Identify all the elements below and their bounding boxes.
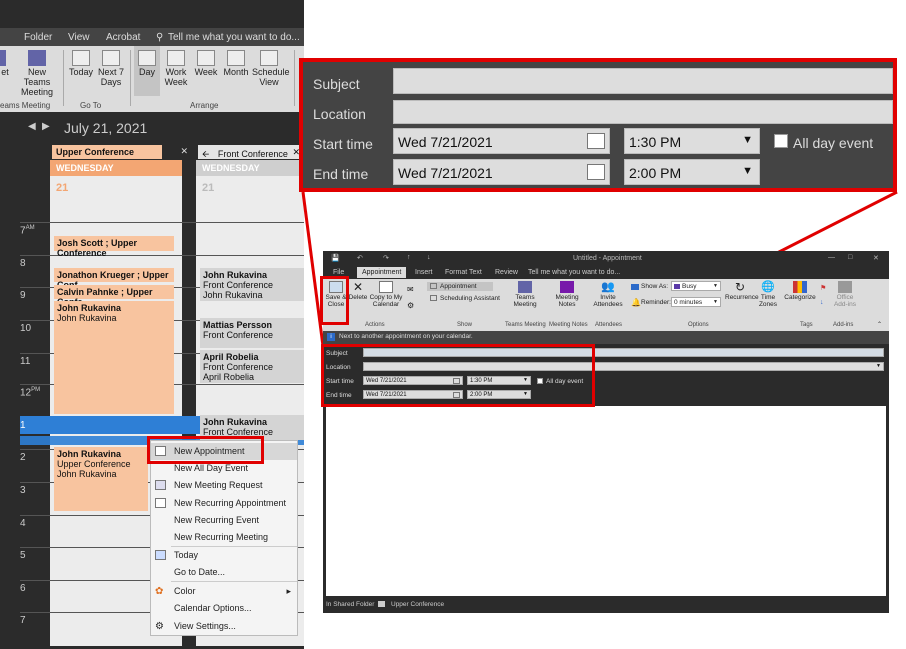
onenote-icon (560, 281, 574, 293)
chevron-down-icon[interactable]: ▼ (742, 134, 753, 146)
redo-icon[interactable]: ↷ (383, 254, 389, 262)
calendar-icon (379, 281, 393, 293)
delete-button[interactable]: ✕ Delete (348, 279, 368, 301)
globe-icon: 🌐 (761, 281, 775, 293)
tab-appointment[interactable]: Appointment (357, 267, 407, 278)
group-addins: Add-ins (833, 322, 854, 328)
categorize-icon (793, 281, 807, 293)
location-label: Location (313, 106, 366, 122)
scheduling-assistant-button[interactable]: Scheduling Assistant (427, 294, 507, 303)
collapse-ribbon-icon[interactable]: ⌃ (877, 321, 882, 328)
office-addins-button[interactable]: Office Add-ins (831, 279, 859, 308)
appointment-ribbon: Save & Close ✕ Delete Copy to My Calendar… (323, 279, 889, 331)
maximize-icon[interactable]: □ (848, 254, 852, 261)
all-day-label: All day event (793, 135, 874, 151)
status-folder: Upper Conference (391, 601, 445, 608)
delete-icon: ✕ (352, 280, 364, 294)
invite-attendees-button[interactable]: 👥 Invite Attendees (591, 279, 625, 308)
meeting-notes-button[interactable]: Meeting Notes (551, 279, 583, 308)
end-time-field[interactable]: 2:00 PM ▼ (624, 159, 760, 185)
group-meeting-notes: Meeting Notes (549, 322, 588, 328)
close-icon[interactable]: ✕ (873, 254, 879, 262)
more-icon[interactable]: ⚙ (407, 301, 414, 310)
bell-icon: 🔔 (631, 298, 641, 307)
reminder-select[interactable]: 0 minutes ▼ (671, 297, 721, 307)
save-icon[interactable]: 💾 (331, 254, 340, 262)
down-icon[interactable]: ↓ (427, 254, 431, 261)
tab-format-text[interactable]: Format Text (445, 269, 482, 276)
status-bar: In Shared Folder Upper Conference (323, 598, 889, 613)
end-time-label: End time (313, 166, 369, 182)
chevron-down-icon: ▼ (713, 299, 718, 305)
highlight-save-close (320, 276, 349, 325)
group-attendees: Attendees (595, 322, 623, 328)
tab-file[interactable]: File (333, 269, 344, 276)
categorize-button[interactable]: Categorize (784, 279, 816, 301)
teams-meeting-button[interactable]: Teams Meeting (509, 279, 541, 308)
tab-bar: File Appointment Insert Format Text Revi… (323, 267, 889, 279)
all-day-checkbox[interactable] (774, 134, 788, 148)
forward-icon[interactable]: ✉ (407, 285, 414, 294)
flag-icon[interactable]: ⚑ (820, 284, 826, 292)
end-date-field[interactable]: Wed 7/21/2021 (393, 159, 610, 185)
busy-color-icon (674, 284, 680, 289)
time-zones-button[interactable]: 🌐 Time Zones (755, 279, 781, 308)
addins-icon (838, 281, 852, 293)
start-time-label: Start time (313, 136, 373, 152)
people-icon: 👥 (601, 281, 615, 293)
recurrence-button[interactable]: ↻ Recurrence (725, 279, 759, 301)
calendar-icon (430, 283, 437, 289)
notes-body[interactable] (326, 406, 886, 596)
tab-insert[interactable]: Insert (415, 269, 433, 276)
tab-review[interactable]: Review (495, 269, 518, 276)
chevron-down-icon[interactable]: ▼ (742, 165, 753, 177)
group-options: Options (688, 322, 709, 328)
group-actions: Actions (365, 322, 385, 328)
info-text: Next to another appointment on your cale… (339, 333, 473, 340)
status-text: In Shared Folder (326, 601, 375, 608)
group-tags: Tags (800, 322, 813, 328)
reminder-label: Reminder: (641, 299, 671, 306)
teams-icon (518, 281, 532, 293)
calendar-icon[interactable] (587, 164, 605, 180)
recurrence-icon: ↻ (734, 280, 746, 294)
group-teams-meeting: Teams Meeting (505, 322, 546, 328)
copy-to-calendar-button[interactable]: Copy to My Calendar (369, 279, 403, 308)
subject-label: Subject (313, 76, 360, 92)
show-as-select[interactable]: Busy ▼ (671, 281, 721, 291)
calendar-icon[interactable] (587, 133, 605, 149)
undo-icon[interactable]: ↶ (357, 254, 363, 262)
info-bar: i Next to another appointment on your ca… (323, 331, 889, 344)
info-icon: i (327, 333, 335, 341)
scheduling-icon (430, 295, 437, 301)
appointment-view-button[interactable]: Appointment (427, 282, 493, 291)
title-bar: 💾 ↶ ↷ ↑ ↓ Untitled - Appointment — □ ✕ (323, 251, 889, 267)
tell-me-search[interactable]: Tell me what you want to do... (528, 269, 620, 276)
window-title: Untitled - Appointment (573, 255, 642, 262)
appointment-window: 💾 ↶ ↷ ↑ ↓ Untitled - Appointment — □ ✕ F… (323, 251, 889, 613)
group-show: Show (457, 322, 473, 328)
subject-input[interactable] (393, 68, 893, 94)
location-input[interactable] (393, 100, 893, 124)
zoomed-fields-panel: Subject Location Start time Wed 7/21/202… (299, 58, 897, 192)
highlight-fields (321, 344, 595, 407)
arrow-down-icon[interactable]: ↓ (820, 299, 824, 306)
up-icon[interactable]: ↑ (407, 254, 411, 261)
folder-icon (378, 601, 385, 607)
show-as-icon (631, 284, 639, 290)
start-date-field[interactable]: Wed 7/21/2021 (393, 128, 610, 154)
show-as-label: Show As: (641, 283, 669, 290)
start-time-field[interactable]: 1:30 PM ▼ (624, 128, 760, 154)
chevron-down-icon[interactable]: ▼ (876, 363, 881, 370)
chevron-down-icon: ▼ (713, 283, 718, 289)
minimize-icon[interactable]: — (828, 254, 835, 261)
